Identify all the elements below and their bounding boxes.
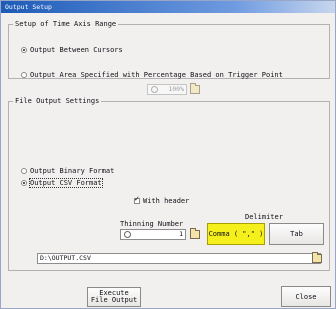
- percentage-value: 100%: [168, 85, 184, 93]
- percentage-input[interactable]: 100%: [147, 84, 187, 95]
- radio-output-percentage[interactable]: Output Area Specified with Percentage Ba…: [21, 71, 283, 79]
- spinner-knob-icon: [124, 231, 131, 238]
- close-button[interactable]: Close: [281, 286, 331, 307]
- folder-browse-icon[interactable]: [312, 252, 322, 263]
- thinning-number-value: 1: [179, 230, 183, 238]
- radio-label: Output Between Cursors: [30, 46, 123, 54]
- tab-delimiter-button[interactable]: Tab: [269, 223, 324, 245]
- radio-button-icon: [21, 47, 27, 53]
- radio-output-binary[interactable]: Output Binary Format: [21, 167, 114, 175]
- radio-label: Output Area Specified with Percentage Ba…: [30, 71, 283, 79]
- execute-line2: File Output: [90, 296, 138, 304]
- folder-browse-icon[interactable]: [190, 83, 200, 94]
- comma-delimiter-button[interactable]: Comma ( "," ): [207, 223, 265, 245]
- checkbox-icon: [134, 195, 140, 204]
- radio-button-icon: [21, 72, 27, 78]
- spinner-knob-icon: [151, 86, 158, 93]
- delimiter-label: Delimiter: [245, 213, 283, 221]
- radio-label: Output Binary Format: [30, 167, 115, 175]
- thinning-number-input[interactable]: 1: [120, 229, 186, 240]
- radio-output-between-cursors[interactable]: Output Between Cursors: [21, 46, 123, 54]
- execute-file-output-button[interactable]: Execute File Output: [87, 287, 141, 307]
- output-setup-window: Output Setup Setup of Time Axis Range Ou…: [0, 0, 336, 309]
- radio-button-icon: [21, 180, 27, 186]
- folder-browse-icon[interactable]: [190, 228, 200, 239]
- radio-button-icon: [21, 168, 27, 174]
- output-path-input[interactable]: D:\OUTPUT.CSV: [37, 253, 321, 264]
- time-axis-legend: Setup of Time Axis Range: [13, 20, 119, 28]
- radio-label: Output CSV Format: [29, 178, 103, 188]
- thinning-number-label: Thinning Number: [120, 220, 184, 228]
- window-title: Output Setup: [1, 1, 335, 13]
- file-output-legend: File Output Settings: [13, 97, 102, 105]
- radio-output-csv[interactable]: Output CSV Format: [21, 178, 103, 188]
- checkbox-label: With header: [143, 197, 190, 205]
- with-header-checkbox[interactable]: With header: [134, 195, 190, 205]
